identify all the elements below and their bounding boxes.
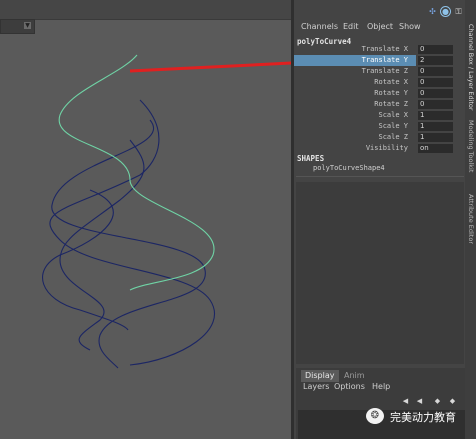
channel-value[interactable]: 1 — [418, 133, 453, 142]
channel-row-scale-z[interactable]: Scale Z 1 — [294, 132, 465, 143]
viewport[interactable]: ▼ — [0, 0, 291, 439]
tab-anim[interactable]: Anim — [340, 370, 369, 382]
layer-up-icon[interactable]: ◀ — [401, 397, 410, 405]
channel-box-empty-area — [296, 182, 464, 364]
channel-label[interactable]: Scale Z — [378, 133, 408, 141]
channel-value[interactable]: 1 — [418, 122, 453, 131]
channel-label[interactable]: Translate X — [362, 45, 408, 53]
shapes-section-title: SHAPES — [297, 154, 325, 163]
channel-row-rotate-z[interactable]: Rotate Z 0 — [294, 99, 465, 110]
settings-icon[interactable]: ● — [440, 6, 451, 17]
watermark-text: 完美动力教育 — [390, 411, 456, 424]
channel-row-translate-x[interactable]: Translate X 0 — [294, 44, 465, 55]
channel-row-scale-x[interactable]: Scale X 1 — [294, 110, 465, 121]
channel-row-translate-z[interactable]: Translate Z 0 — [294, 66, 465, 77]
curve-dark-2[interactable] — [51, 119, 206, 369]
section-divider — [296, 176, 464, 177]
channel-row-scale-y[interactable]: Scale Y 1 — [294, 121, 465, 132]
new-layer-icon[interactable]: ◆ — [433, 397, 442, 405]
channel-value[interactable]: 0 — [418, 78, 453, 87]
channel-label[interactable]: Scale X — [378, 111, 408, 119]
layer-menu-help[interactable]: Help — [372, 382, 390, 391]
channel-row-visibility[interactable]: Visibility on — [294, 143, 465, 154]
channel-label[interactable]: Rotate X — [374, 78, 408, 86]
channel-row-translate-y[interactable]: Translate Y 2 — [294, 55, 465, 66]
curve-dark-4[interactable] — [42, 189, 129, 331]
layer-menu-layers[interactable]: Layers — [303, 382, 329, 391]
channel-value[interactable]: 0 — [418, 67, 453, 76]
menu-object[interactable]: Object — [367, 22, 393, 31]
side-tab-attribute-editor[interactable]: Attribute Editor — [466, 194, 475, 244]
channel-value[interactable]: on — [418, 144, 453, 153]
channel-label[interactable]: Visibility — [366, 144, 408, 152]
menu-show[interactable]: Show — [399, 22, 421, 31]
channel-value[interactable]: 0 — [418, 45, 453, 54]
viewport-scene — [42, 54, 291, 369]
channel-label[interactable]: Rotate Y — [374, 89, 408, 97]
layer-down-icon[interactable]: ◀ — [415, 397, 424, 405]
curve-dark-3[interactable] — [59, 139, 145, 351]
channel-row-rotate-x[interactable]: Rotate X 0 — [294, 77, 465, 88]
menu-edit[interactable]: Edit — [343, 22, 359, 31]
channel-value[interactable]: 1 — [418, 111, 453, 120]
channel-label[interactable]: Scale Y — [378, 122, 408, 130]
annotation-arrow — [129, 61, 291, 73]
side-tab-strip: Channel Box / Layer Editor Modeling Tool… — [465, 0, 476, 439]
lock-icon[interactable]: ⚿ — [453, 6, 464, 17]
menu-channels[interactable]: Channels — [301, 22, 338, 31]
axis-icon[interactable]: ✣ — [427, 6, 438, 17]
tab-display[interactable]: Display — [301, 370, 339, 382]
wechat-logo-icon: ❂ — [366, 408, 384, 424]
channel-row-rotate-y[interactable]: Rotate Y 0 — [294, 88, 465, 99]
new-layer-selected-icon[interactable]: ◆ — [448, 397, 457, 405]
channel-value[interactable]: 0 — [418, 89, 453, 98]
channel-value[interactable]: 2 — [418, 56, 453, 65]
channel-label[interactable]: Rotate Z — [374, 100, 408, 108]
channel-label[interactable]: Translate Z — [362, 67, 408, 75]
side-tab-channel-box[interactable]: Channel Box / Layer Editor — [466, 24, 475, 111]
side-tab-modeling-toolkit[interactable]: Modeling Toolkit — [466, 120, 475, 172]
channel-value[interactable]: 0 — [418, 100, 453, 109]
layer-menu-options[interactable]: Options — [334, 382, 365, 391]
channel-label[interactable]: Translate Y — [362, 56, 408, 64]
curve-dark-1[interactable] — [49, 99, 216, 366]
shape-name[interactable]: polyToCurveShape4 — [313, 164, 385, 172]
